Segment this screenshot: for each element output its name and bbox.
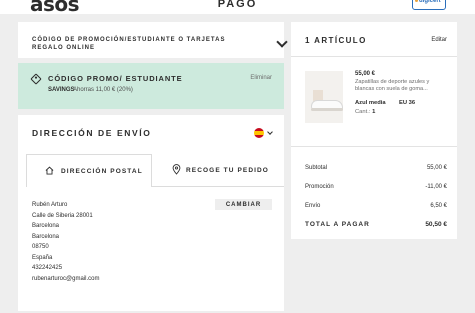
top-header: asos PAGO digicert bbox=[0, 0, 475, 14]
total-label: TOTAL A PAGAR bbox=[305, 221, 370, 228]
subtotal-label: Subtotal bbox=[305, 165, 328, 171]
home-icon bbox=[45, 166, 54, 175]
promotion-label: Promoción bbox=[305, 184, 334, 190]
applied-promo-title: CÓDIGO PROMO/ ESTUDIANTE bbox=[48, 74, 183, 83]
promo-code-title: CÓDIGO DE PROMOCIÓN/ESTUDIANTE O TARJETA… bbox=[32, 37, 226, 51]
digicert-dot-icon bbox=[415, 0, 418, 2]
product-name: Zapatillas de deporte azules y blancas c… bbox=[355, 79, 430, 92]
address-line: Calle de Siberia 28001 bbox=[32, 212, 93, 219]
total-row: TOTAL A PAGAR 50,50 € bbox=[305, 221, 447, 228]
address-block: Rubén Arturo Calle de Siberia 28001 Barc… bbox=[32, 200, 99, 284]
divider bbox=[291, 146, 457, 147]
chevron-down-icon[interactable] bbox=[276, 36, 288, 48]
product-price: 55,00 € bbox=[355, 71, 376, 77]
summary-title: 1 ARTÍCULO bbox=[305, 36, 367, 45]
change-address-button[interactable]: CAMBIAR bbox=[215, 199, 272, 210]
total-value: 50,50 € bbox=[425, 221, 447, 228]
product-sole-shape bbox=[311, 108, 343, 111]
divider bbox=[291, 56, 457, 57]
promo-code-toggle[interactable]: CÓDIGO DE PROMOCIÓN/ESTUDIANTE O TARJETA… bbox=[18, 22, 288, 58]
tab-postal-address[interactable]: DIRECCIÓN POSTAL bbox=[26, 154, 152, 187]
product-quantity: Cant.: 1 bbox=[355, 109, 375, 115]
shipping-title: DIRECCIÓN DE ENVÍO bbox=[32, 128, 152, 138]
tab-pickup-label: RECOGE TU PEDIDO bbox=[186, 167, 269, 174]
chevron-down-icon[interactable] bbox=[267, 129, 273, 135]
promo-code-value: SAVINGS bbox=[48, 87, 75, 93]
promotion-value: -11,00 € bbox=[425, 184, 447, 190]
page-title: PAGO bbox=[217, 0, 258, 10]
promotion-row: Promoción -11,00 € bbox=[305, 184, 447, 190]
tag-icon bbox=[30, 73, 42, 85]
subtotal-row: Subtotal 55,00 € bbox=[305, 165, 447, 171]
product-color: Azul media bbox=[355, 100, 386, 106]
tab-postal-label: DIRECCIÓN POSTAL bbox=[61, 168, 143, 175]
location-pin-icon bbox=[172, 164, 181, 175]
address-line: 432242425 bbox=[32, 265, 63, 271]
order-summary-card: 1 ARTÍCULO Editar 55,00 € Zapatillas de … bbox=[291, 22, 457, 239]
shipping-cost-row: Envío 6,50 € bbox=[305, 203, 447, 209]
product-image bbox=[305, 71, 343, 123]
address-line: Barcelona bbox=[32, 223, 60, 229]
subtotal-value: 55,00 € bbox=[426, 165, 447, 171]
promo-saving-text: Ahorras 11,00 € (20%) bbox=[73, 87, 133, 93]
address-line: rubenarturoc@gmail.com bbox=[32, 275, 100, 282]
edit-cart-link[interactable]: Editar bbox=[431, 37, 447, 43]
address-line: España bbox=[32, 254, 53, 261]
digicert-label: digicert bbox=[419, 0, 441, 4]
address-line: 08750 bbox=[32, 244, 49, 250]
address-line: Barcelona bbox=[32, 233, 60, 240]
remove-promo-link[interactable]: Eliminar bbox=[250, 75, 272, 81]
shipping-address-card: DIRECCIÓN DE ENVÍO DIRECCIÓN POSTAL RECO… bbox=[18, 115, 284, 311]
quantity-value: 1 bbox=[372, 109, 376, 115]
applied-promo-box: CÓDIGO PROMO/ ESTUDIANTE Eliminar SAVING… bbox=[18, 63, 284, 109]
address-line: Rubén Arturo bbox=[32, 202, 68, 208]
product-size: EU 36 bbox=[399, 100, 416, 106]
quantity-label: Cant.: bbox=[355, 109, 371, 115]
tab-pickup[interactable]: RECOGE TU PEDIDO bbox=[152, 154, 284, 187]
shipping-cost-label: Envío bbox=[305, 203, 321, 209]
digicert-badge: digicert bbox=[412, 0, 446, 10]
spain-flag-icon[interactable] bbox=[254, 128, 264, 138]
shipping-cost-value: 6,50 € bbox=[430, 203, 447, 209]
